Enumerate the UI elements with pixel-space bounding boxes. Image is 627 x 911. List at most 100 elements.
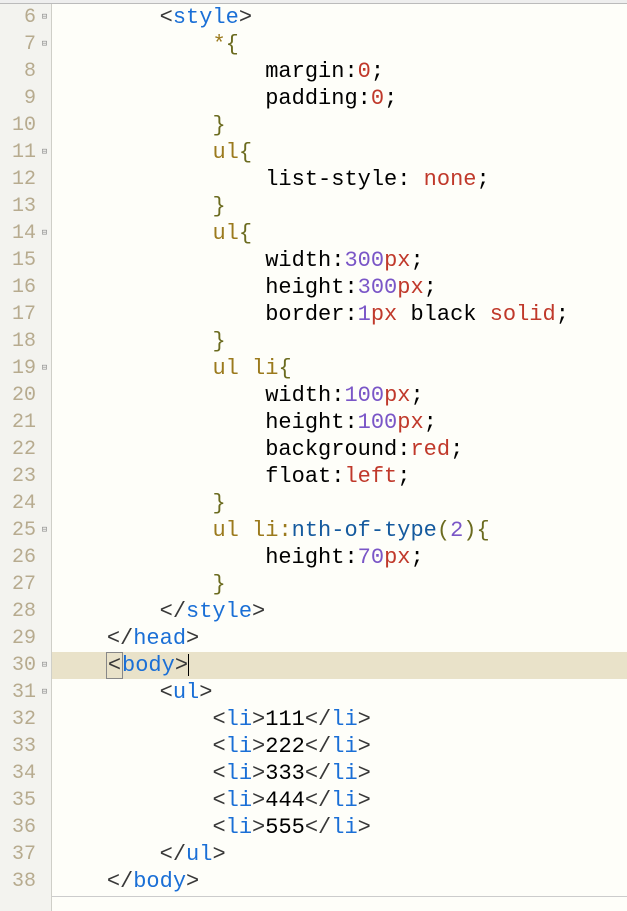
fold-marker[interactable]	[38, 760, 51, 787]
fold-marker[interactable]	[38, 85, 51, 112]
line-number[interactable]: 24	[0, 490, 38, 517]
line-number[interactable]: 18	[0, 328, 38, 355]
fold-marker[interactable]	[38, 571, 51, 598]
code-line[interactable]: width:300px;	[52, 247, 627, 274]
code-line[interactable]: </ul>	[52, 841, 627, 868]
fold-marker[interactable]	[38, 166, 51, 193]
code-line[interactable]: ul{	[52, 139, 627, 166]
line-number[interactable]: 29	[0, 625, 38, 652]
fold-marker[interactable]	[38, 463, 51, 490]
fold-marker[interactable]	[38, 436, 51, 463]
code-line[interactable]: list-style: none;	[52, 166, 627, 193]
fold-marker[interactable]	[38, 409, 51, 436]
code-area[interactable]: <style> *{ margin:0; padding:0; } ul{ li…	[52, 4, 627, 911]
fold-marker[interactable]	[38, 301, 51, 328]
code-line[interactable]: border:1px black solid;	[52, 301, 627, 328]
line-number[interactable]: 17	[0, 301, 38, 328]
code-line[interactable]: height:300px;	[52, 274, 627, 301]
code-line[interactable]: }	[52, 193, 627, 220]
fold-gutter[interactable]: ⊟⊟⊟⊟⊟⊟⊟⊟	[38, 4, 52, 911]
fold-marker[interactable]	[38, 868, 51, 895]
fold-marker[interactable]: ⊟	[38, 139, 51, 166]
fold-marker[interactable]	[38, 787, 51, 814]
code-line[interactable]: margin:0;	[52, 58, 627, 85]
code-line[interactable]: ul li:nth-of-type(2){	[52, 517, 627, 544]
fold-marker[interactable]	[38, 625, 51, 652]
code-line[interactable]: float:left;	[52, 463, 627, 490]
line-number[interactable]: 30	[0, 652, 38, 679]
fold-marker[interactable]	[38, 598, 51, 625]
line-number[interactable]: 9	[0, 85, 38, 112]
code-line[interactable]: <li>555</li>	[52, 814, 627, 841]
code-line[interactable]: width:100px;	[52, 382, 627, 409]
line-number[interactable]: 13	[0, 193, 38, 220]
fold-marker[interactable]	[38, 193, 51, 220]
code-line[interactable]: height:100px;	[52, 409, 627, 436]
fold-marker[interactable]	[38, 58, 51, 85]
line-number[interactable]: 7	[0, 31, 38, 58]
code-line[interactable]: }	[52, 328, 627, 355]
line-number[interactable]: 23	[0, 463, 38, 490]
fold-marker[interactable]	[38, 490, 51, 517]
fold-marker[interactable]: ⊟	[38, 4, 51, 31]
code-line[interactable]: </style>	[52, 598, 627, 625]
code-line[interactable]: </body>	[52, 868, 627, 895]
code-line[interactable]: padding:0;	[52, 85, 627, 112]
code-line[interactable]: </head>	[52, 625, 627, 652]
line-number[interactable]: 8	[0, 58, 38, 85]
line-number[interactable]: 34	[0, 760, 38, 787]
line-number[interactable]: 10	[0, 112, 38, 139]
fold-marker[interactable]: ⊟	[38, 355, 51, 382]
line-number[interactable]: 27	[0, 571, 38, 598]
fold-marker[interactable]: ⊟	[38, 652, 51, 679]
line-number[interactable]: 28	[0, 598, 38, 625]
code-line[interactable]: }	[52, 490, 627, 517]
code-line[interactable]: <ul>	[52, 679, 627, 706]
code-line[interactable]: }	[52, 571, 627, 598]
code-line[interactable]: <li>333</li>	[52, 760, 627, 787]
line-number[interactable]: 32	[0, 706, 38, 733]
line-number-gutter[interactable]: 6789101112131415161718192021222324252627…	[0, 4, 38, 911]
code-line[interactable]: height:70px;	[52, 544, 627, 571]
code-line[interactable]: *{	[52, 31, 627, 58]
fold-marker[interactable]	[38, 382, 51, 409]
line-number[interactable]: 38	[0, 868, 38, 895]
fold-marker[interactable]	[38, 706, 51, 733]
line-number[interactable]: 22	[0, 436, 38, 463]
line-number[interactable]: 33	[0, 733, 38, 760]
fold-marker[interactable]: ⊟	[38, 31, 51, 58]
code-line[interactable]: <li>111</li>	[52, 706, 627, 733]
line-number[interactable]: 12	[0, 166, 38, 193]
line-number[interactable]: 20	[0, 382, 38, 409]
fold-marker[interactable]: ⊟	[38, 220, 51, 247]
fold-marker[interactable]: ⊟	[38, 679, 51, 706]
code-line[interactable]: <style>	[52, 4, 627, 31]
fold-marker[interactable]: ⊟	[38, 517, 51, 544]
line-number[interactable]: 19	[0, 355, 38, 382]
line-number[interactable]: 36	[0, 814, 38, 841]
code-editor[interactable]: 6789101112131415161718192021222324252627…	[0, 4, 627, 911]
line-number[interactable]: 25	[0, 517, 38, 544]
line-number[interactable]: 21	[0, 409, 38, 436]
fold-marker[interactable]	[38, 814, 51, 841]
fold-marker[interactable]	[38, 274, 51, 301]
line-number[interactable]: 16	[0, 274, 38, 301]
line-number[interactable]: 15	[0, 247, 38, 274]
line-number[interactable]: 31	[0, 679, 38, 706]
line-number[interactable]: 11	[0, 139, 38, 166]
fold-marker[interactable]	[38, 733, 51, 760]
code-line[interactable]: <li>222</li>	[52, 733, 627, 760]
line-number[interactable]: 14	[0, 220, 38, 247]
line-number[interactable]: 35	[0, 787, 38, 814]
fold-marker[interactable]	[38, 112, 51, 139]
fold-marker[interactable]	[38, 247, 51, 274]
code-line[interactable]: background:red;	[52, 436, 627, 463]
fold-marker[interactable]	[38, 328, 51, 355]
line-number[interactable]: 37	[0, 841, 38, 868]
code-line[interactable]: }	[52, 112, 627, 139]
fold-marker[interactable]	[38, 544, 51, 571]
code-line[interactable]: ul li{	[52, 355, 627, 382]
line-number[interactable]: 6	[0, 4, 38, 31]
fold-marker[interactable]	[38, 841, 51, 868]
code-line[interactable]: <li>444</li>	[52, 787, 627, 814]
